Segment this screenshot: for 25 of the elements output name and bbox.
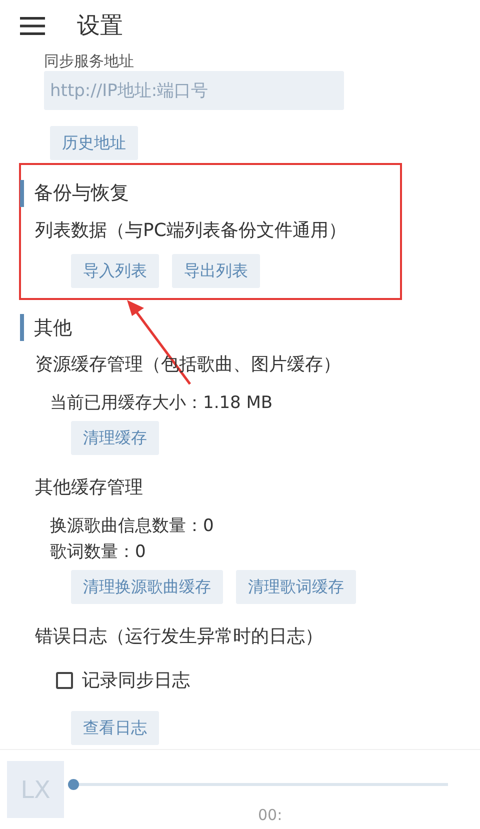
action-button[interactable]: 导出列表 xyxy=(172,254,260,288)
info-text: 当前已用缓存大小：1.18 MB xyxy=(50,392,274,415)
page-title: 设置 xyxy=(77,12,123,41)
action-button[interactable]: 查看日志 xyxy=(71,711,159,745)
action-button[interactable]: 清理歌词缓存 xyxy=(236,570,356,604)
group-title: 其他缓存管理 xyxy=(35,476,144,500)
section-title: 其他 xyxy=(34,316,72,340)
info-text: 换源歌曲信息数量：0 xyxy=(50,515,215,538)
progress-thumb[interactable] xyxy=(68,779,79,790)
section-title: 备份与恢复 xyxy=(34,181,129,206)
info-text: 歌词数量：0 xyxy=(50,541,147,564)
server-address-field[interactable]: http://IP地址:端口号 xyxy=(44,71,344,110)
checkbox[interactable] xyxy=(56,672,73,689)
action-button[interactable]: 导入列表 xyxy=(71,254,159,288)
section-marker xyxy=(20,180,24,207)
group-title: 错误日志（运行发生异常时的日志） xyxy=(35,625,324,649)
group-title: 列表数据（与PC端列表备份文件通用） xyxy=(35,218,348,242)
section-marker xyxy=(20,314,24,342)
action-button[interactable]: 清理换源歌曲缓存 xyxy=(71,570,223,604)
field-label: 同步服务地址 xyxy=(44,52,135,70)
menu-icon[interactable] xyxy=(20,16,45,36)
action-button[interactable]: 清理缓存 xyxy=(71,421,159,455)
time-label: 00: xyxy=(258,805,282,826)
action-button[interactable]: 历史地址 xyxy=(50,126,138,160)
checkbox-option[interactable]: 记录同步日志 xyxy=(56,667,400,694)
